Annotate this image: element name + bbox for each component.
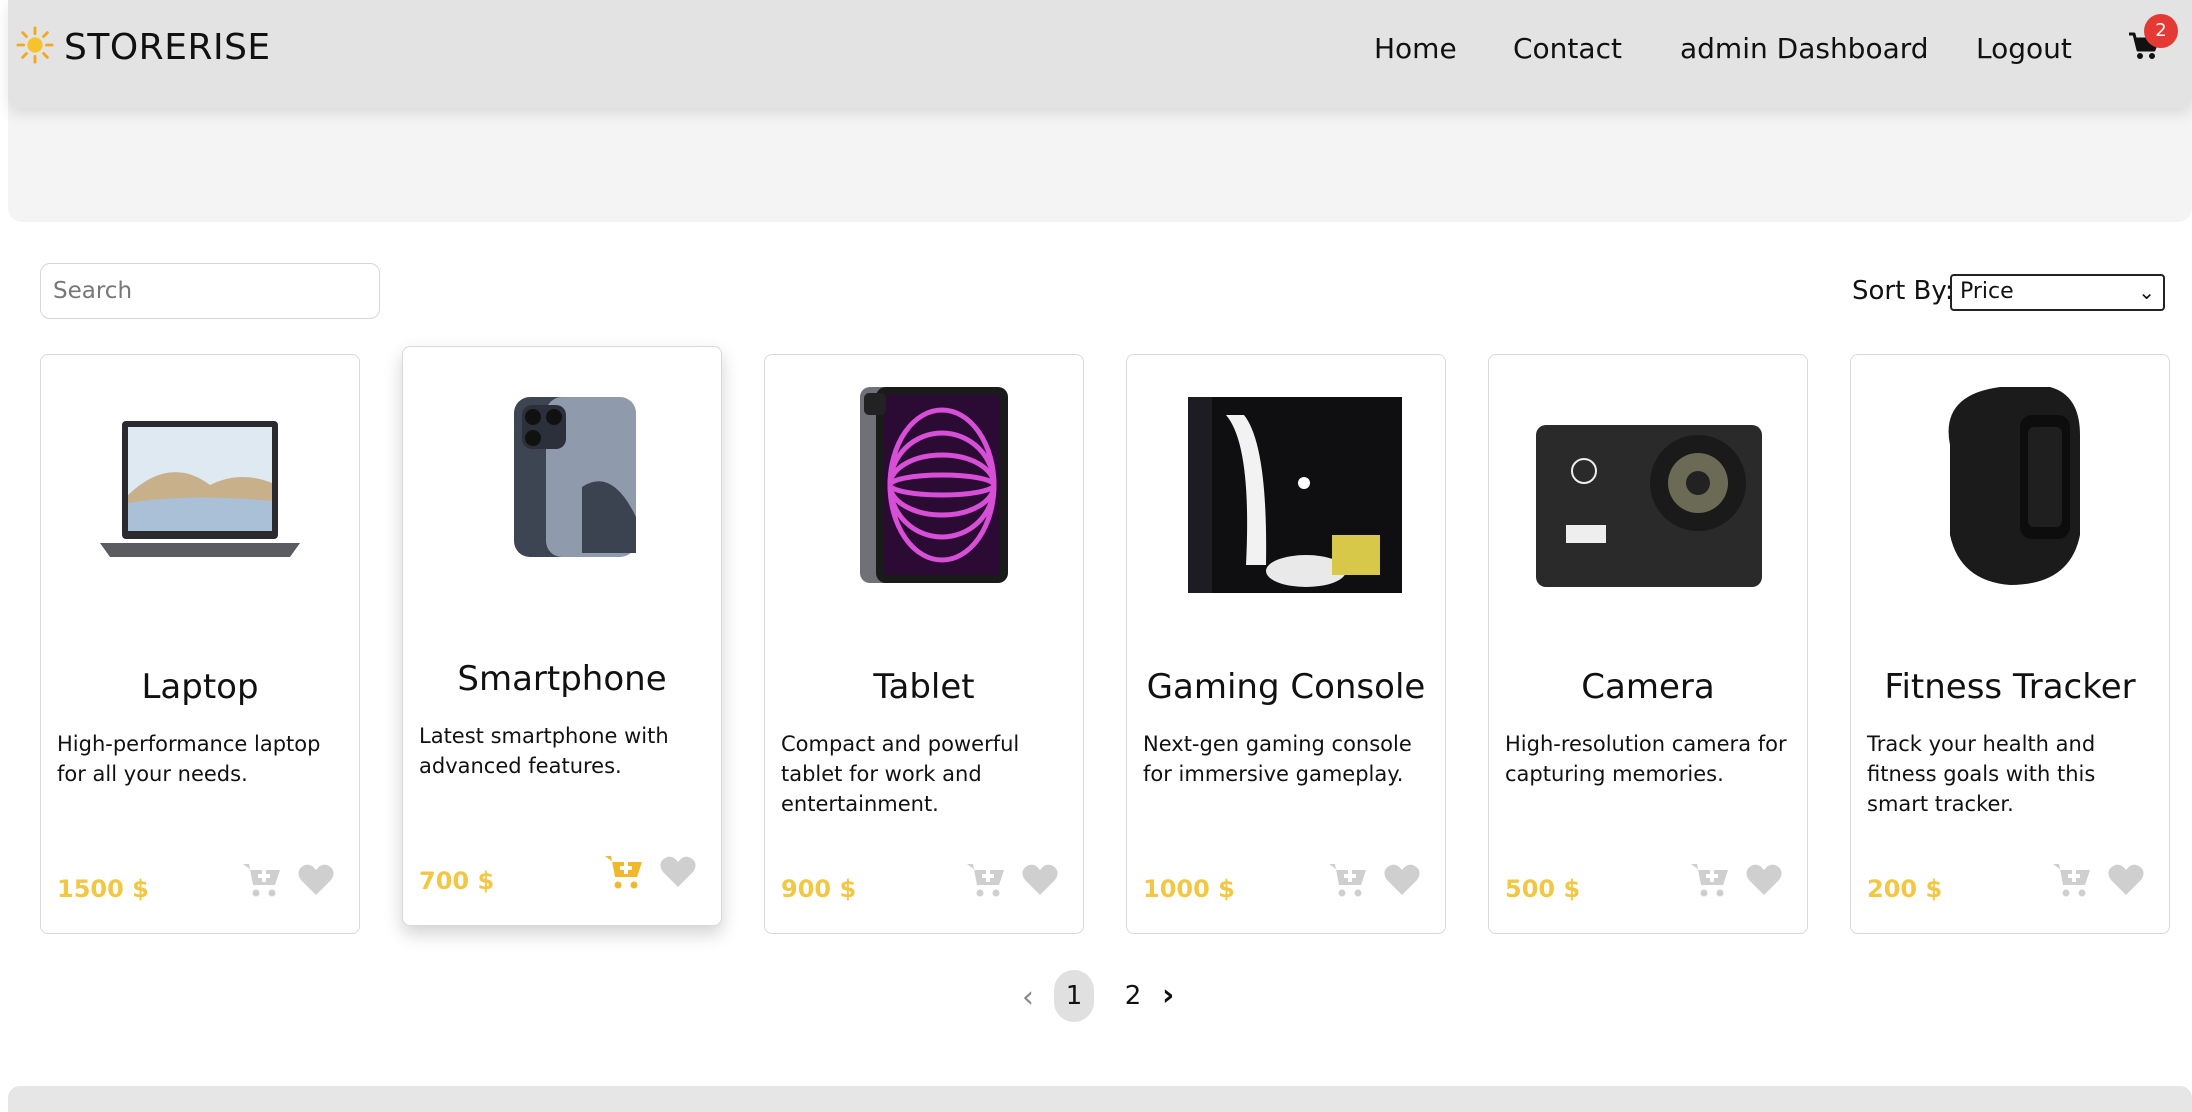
nav-admin-dashboard[interactable]: admin Dashboard — [1680, 32, 1929, 65]
pagination: ‹ 1 2 › — [1016, 966, 1196, 1026]
product-price: 900 $ — [781, 875, 857, 903]
search-input[interactable] — [40, 263, 380, 319]
product-card[interactable]: Fitness Tracker Track your health and fi… — [1850, 354, 2170, 934]
product-description: Compact and powerful tablet for work and… — [781, 732, 1020, 816]
add-to-cart-icon[interactable] — [241, 861, 283, 899]
product-card[interactable]: Camera High-resolution camera for captur… — [1488, 354, 1808, 934]
chevron-right-icon[interactable]: › — [1162, 978, 1174, 1013]
product-title[interactable]: Gaming Console — [1127, 667, 1445, 707]
page-1-button[interactable]: 1 — [1054, 970, 1094, 1022]
product-card[interactable]: Gaming Console Next-gen gaming console f… — [1126, 354, 1446, 934]
brand[interactable]: STORERISE — [16, 26, 271, 68]
product-price: 1000 $ — [1143, 875, 1235, 903]
favorite-heart-icon[interactable] — [659, 855, 697, 889]
product-card[interactable]: Smartphone Latest smartphone with advanc… — [402, 346, 722, 926]
product-title[interactable]: Laptop — [41, 667, 359, 707]
add-to-cart-icon[interactable] — [1327, 861, 1369, 899]
chevron-down-icon: ⌄ — [2138, 280, 2155, 304]
nav-contact[interactable]: Contact — [1513, 32, 1622, 65]
product-title[interactable]: Smartphone — [403, 659, 721, 699]
product-price: 700 $ — [419, 867, 495, 895]
add-to-cart-icon[interactable] — [603, 853, 645, 891]
product-price: 200 $ — [1867, 875, 1943, 903]
product-card[interactable]: Tablet Compact and powerful tablet for w… — [764, 354, 1084, 934]
page-2-button[interactable]: 2 — [1118, 970, 1148, 1022]
product-description: High-resolution camera for capturing mem… — [1505, 732, 1787, 786]
navbar: STORERISE Home Contact admin Dashboard L… — [8, 0, 2192, 108]
fitness-tracker-image — [1851, 375, 2169, 595]
favorite-heart-icon[interactable] — [1021, 863, 1059, 897]
sort-label: Sort By: — [1852, 276, 1954, 306]
add-to-cart-icon[interactable] — [2051, 861, 2093, 899]
favorite-heart-icon[interactable] — [1383, 863, 1421, 897]
product-description: Track your health and fitness goals with… — [1867, 732, 2096, 816]
product-title[interactable]: Tablet — [765, 667, 1083, 707]
sort-selected-value: Price — [1960, 279, 2014, 304]
product-description: Next-gen gaming console for immersive ga… — [1143, 732, 1412, 786]
laptop-image — [41, 375, 359, 595]
product-description: Latest smartphone with advanced features… — [419, 724, 669, 778]
product-price: 500 $ — [1505, 875, 1581, 903]
favorite-heart-icon[interactable] — [1745, 863, 1783, 897]
add-to-cart-icon[interactable] — [965, 861, 1007, 899]
footer — [8, 1086, 2192, 1112]
cart-count-badge: 2 — [2144, 14, 2178, 48]
favorite-heart-icon[interactable] — [2107, 863, 2145, 897]
tablet-image — [765, 375, 1083, 595]
add-to-cart-icon[interactable] — [1689, 861, 1731, 899]
nav-home[interactable]: Home — [1374, 32, 1457, 65]
sort-select[interactable]: Price ⌄ — [1950, 274, 2165, 311]
product-card[interactable]: Laptop High-performance laptop for all y… — [40, 354, 360, 934]
product-title[interactable]: Fitness Tracker — [1851, 667, 2169, 707]
favorite-heart-icon[interactable] — [297, 863, 335, 897]
brand-name: STORERISE — [64, 26, 271, 68]
gaming-console-image — [1127, 375, 1445, 595]
product-title[interactable]: Camera — [1489, 667, 1807, 707]
camera-image — [1489, 375, 1807, 595]
product-description: High-performance laptop for all your nee… — [57, 732, 321, 786]
sun-icon — [16, 26, 54, 68]
product-price: 1500 $ — [57, 875, 149, 903]
nav-logout[interactable]: Logout — [1976, 32, 2072, 65]
chevron-left-icon[interactable]: ‹ — [1022, 980, 1034, 1015]
smartphone-image — [403, 367, 721, 587]
